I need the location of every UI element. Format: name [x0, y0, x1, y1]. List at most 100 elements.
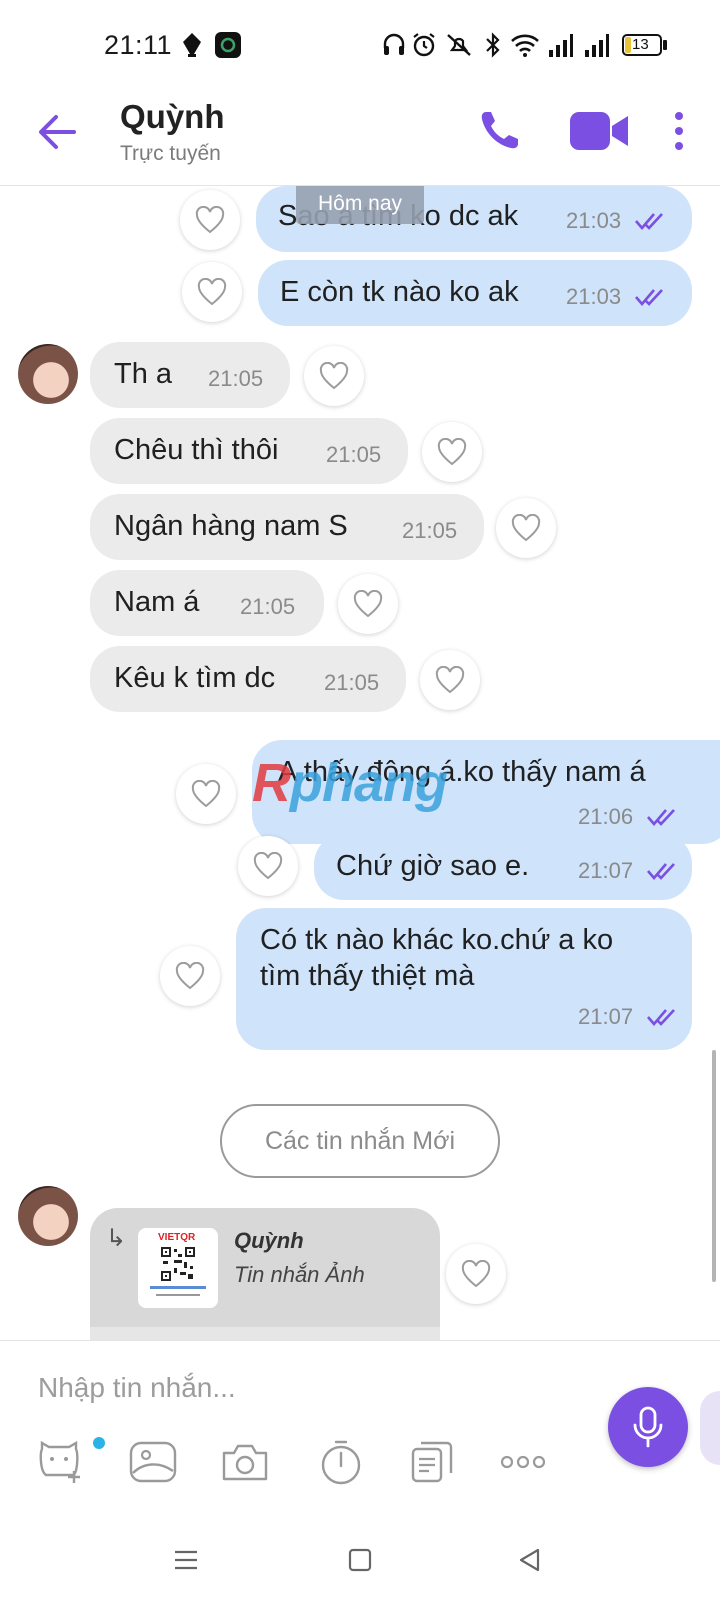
signal-icon — [585, 34, 609, 57]
heart-icon — [437, 438, 467, 466]
back-icon — [519, 1548, 540, 1572]
incoming-message[interactable]: Ngân hàng nam S 21:05 — [90, 494, 484, 560]
image-message[interactable]: ↳ VIETQR Quỳnh Tin nhắn Ảnh — [90, 1208, 440, 1341]
heart-icon — [197, 278, 227, 306]
incoming-message[interactable]: Chêu thì thôi 21:05 — [90, 418, 408, 484]
like-button[interactable] — [180, 190, 240, 250]
message-text: Chêu thì thôi — [114, 434, 279, 466]
voice-message-button[interactable] — [608, 1387, 688, 1467]
notification-dot — [93, 1437, 105, 1449]
new-messages-button[interactable]: Các tin nhắn Mới — [220, 1104, 500, 1178]
like-button[interactable] — [338, 574, 398, 634]
heart-icon — [353, 590, 383, 618]
like-button[interactable] — [304, 346, 364, 406]
message-time: 21:05 — [326, 442, 382, 467]
alarm-icon — [413, 33, 435, 57]
battery-level: 13 — [632, 36, 649, 53]
message-time: 21:07 — [578, 858, 634, 883]
bluetooth-icon — [486, 32, 500, 58]
outgoing-message[interactable]: Có tk nào khác ko.chứ a ko tìm thấy thiệ… — [236, 908, 692, 1050]
video-call-icon[interactable] — [570, 108, 630, 154]
camera-button[interactable] — [218, 1437, 272, 1487]
qr-code-icon — [160, 1246, 196, 1282]
read-receipt-icon — [647, 863, 675, 880]
chat-area[interactable]: Sao a tìm ko dc ak 21:03 Hôm nay E còn t… — [0, 186, 720, 1341]
headphones-icon — [383, 33, 405, 55]
read-receipt-icon — [647, 1009, 675, 1026]
like-button[interactable] — [420, 650, 480, 710]
timer-icon — [321, 1440, 361, 1485]
qr-thumbnail[interactable]: VIETQR — [138, 1228, 218, 1308]
qr-brand: VIETQR — [158, 1232, 196, 1243]
scrollbar[interactable] — [712, 1050, 716, 1282]
microphone-icon — [633, 1406, 663, 1448]
incoming-message[interactable]: Nam á 21:05 — [90, 570, 324, 636]
like-button[interactable] — [446, 1244, 506, 1304]
mute-icon — [447, 34, 471, 56]
read-receipt-icon — [635, 213, 663, 230]
outgoing-message[interactable]: Chứ giờ sao e. 21:07 — [314, 834, 692, 900]
watermark: Rphang — [252, 753, 448, 813]
like-button[interactable] — [160, 946, 220, 1006]
image-preview-edge — [90, 1327, 440, 1341]
message-input[interactable] — [38, 1365, 558, 1411]
menu-icon — [175, 1550, 197, 1570]
heart-icon — [191, 780, 221, 808]
like-button[interactable] — [176, 764, 236, 824]
message-text: Ngân hàng nam S — [114, 510, 348, 542]
message-time: 21:03 — [566, 284, 622, 309]
message-text-line-1: Có tk nào khác ko.chứ a ko — [260, 924, 614, 956]
reply-sender: Quỳnh — [234, 1228, 304, 1253]
battery-icon: 13 — [622, 34, 662, 56]
more-options-icon[interactable] — [664, 108, 694, 154]
date-separator: Hôm nay — [296, 186, 424, 224]
like-button[interactable] — [422, 422, 482, 482]
heart-icon — [319, 362, 349, 390]
read-receipt-icon — [647, 809, 675, 826]
heart-icon — [511, 514, 541, 542]
wifi-icon — [511, 34, 539, 57]
gallery-button[interactable] — [126, 1437, 180, 1487]
message-text: Chứ giờ sao e. — [336, 850, 530, 882]
like-button[interactable] — [238, 836, 298, 896]
message-text: Kêu k tìm dc — [114, 662, 276, 694]
status-time: 21:11 — [104, 30, 173, 60]
message-time: 21:06 — [578, 804, 634, 829]
incoming-message[interactable]: Th a 21:05 — [90, 342, 290, 408]
more-tools-button[interactable] — [496, 1437, 550, 1487]
status-bar: 21:11 13 — [0, 0, 720, 90]
recents-button[interactable] — [164, 1542, 208, 1578]
contact-avatar[interactable] — [18, 344, 78, 404]
message-time: 21:05 — [208, 366, 264, 391]
pen-icon — [183, 33, 201, 57]
message-time: 21:05 — [240, 594, 296, 619]
incoming-message[interactable]: Kêu k tìm dc 21:05 — [90, 646, 406, 712]
message-text-line-2: tìm thấy thiệt mà — [260, 960, 475, 992]
documents-button[interactable] — [406, 1437, 460, 1487]
like-button[interactable] — [496, 498, 556, 558]
reply-arrow-icon: ↳ — [106, 1225, 127, 1252]
contact-name[interactable]: Quỳnh — [120, 98, 225, 136]
system-back-button[interactable] — [508, 1542, 552, 1578]
contact-avatar[interactable] — [18, 1186, 78, 1246]
message-text: E còn tk nào ko ak — [280, 276, 519, 308]
camera-icon — [222, 1444, 268, 1481]
timer-button[interactable] — [314, 1437, 368, 1487]
read-receipt-icon — [635, 289, 663, 306]
home-icon — [348, 1548, 372, 1572]
contact-status: Trực tuyến — [120, 142, 221, 165]
documents-icon — [411, 1441, 453, 1483]
sticker-button[interactable] — [34, 1437, 88, 1487]
home-button[interactable] — [338, 1542, 382, 1578]
heart-icon — [461, 1260, 491, 1288]
like-button[interactable] — [182, 262, 242, 322]
phone-call-icon[interactable] — [476, 106, 524, 154]
message-time: 21:07 — [578, 1004, 634, 1029]
back-arrow-icon[interactable] — [30, 106, 82, 158]
outgoing-message[interactable]: E còn tk nào ko ak 21:03 — [258, 260, 692, 326]
chat-header: Quỳnh Trực tuyến — [0, 90, 720, 186]
heart-icon — [435, 666, 465, 694]
app-icon — [215, 32, 241, 58]
system-nav-bar — [0, 1530, 720, 1600]
message-time: 21:05 — [324, 670, 380, 695]
